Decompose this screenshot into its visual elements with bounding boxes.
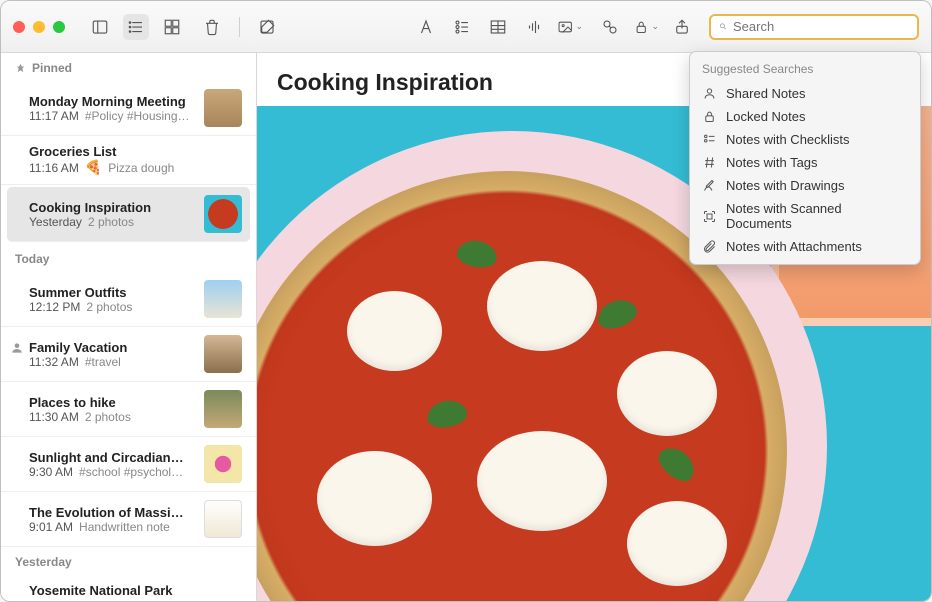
note-item[interactable]: Monday Morning Meeting 11:17 AM#Policy #… — [1, 81, 256, 136]
titlebar: ⌄ ⌄ — [1, 1, 931, 53]
note-item[interactable]: Places to hike 11:30 AM2 photos — [1, 382, 256, 437]
hash-icon — [702, 155, 717, 170]
person-icon — [702, 86, 717, 101]
note-item[interactable]: The Evolution of Massi… 9:01 AMHandwritt… — [1, 492, 256, 547]
table-button[interactable] — [485, 14, 511, 40]
gallery-view-button[interactable] — [159, 14, 185, 40]
new-note-button[interactable] — [254, 14, 280, 40]
notes-list[interactable]: Pinned Monday Morning Meeting 11:17 AM#P… — [1, 53, 257, 601]
lock-icon — [702, 109, 717, 124]
note-thumbnail — [204, 89, 242, 127]
suggested-searches-panel: Suggested Searches Shared Notes Locked N… — [689, 51, 921, 265]
note-title: Monday Morning Meeting — [29, 94, 194, 109]
note-title: Groceries List — [29, 144, 242, 159]
note-item[interactable]: Family Vacation 11:32 AM#travel — [1, 327, 256, 382]
note-item[interactable]: Sunlight and Circadian… 9:30 AM#school #… — [1, 437, 256, 492]
media-button[interactable]: ⌄ — [557, 14, 583, 40]
note-item[interactable]: Groceries List 11:16 AM🍕Pizza dough — [1, 136, 256, 185]
pinned-section-header: Pinned — [1, 53, 256, 81]
suggested-attachments[interactable]: Notes with Attachments — [690, 235, 920, 258]
pin-icon — [15, 63, 26, 74]
yesterday-section-header: Yesterday — [1, 547, 256, 575]
paperclip-icon — [702, 239, 717, 254]
scan-icon — [702, 209, 717, 224]
suggested-drawings[interactable]: Notes with Drawings — [690, 174, 920, 197]
search-field[interactable] — [709, 14, 919, 40]
sidebar-toggle-button[interactable] — [87, 14, 113, 40]
share-buttons: ⌄ — [597, 14, 695, 40]
note-item-selected[interactable]: Cooking Inspiration Yesterday2 photos — [7, 187, 250, 242]
note-thumbnail — [204, 500, 242, 538]
delete-button[interactable] — [199, 14, 225, 40]
note-title: Family Vacation — [29, 340, 194, 355]
shared-icon — [10, 341, 24, 355]
suggested-locked-notes[interactable]: Locked Notes — [690, 105, 920, 128]
window-controls — [13, 21, 65, 33]
note-thumbnail — [204, 445, 242, 483]
pencil-icon — [702, 178, 717, 193]
note-thumbnail — [204, 280, 242, 318]
format-buttons: ⌄ — [413, 14, 583, 40]
lock-button[interactable]: ⌄ — [633, 14, 659, 40]
note-item[interactable]: Yosemite National Park — [1, 575, 256, 601]
pizza-icon: 🍕 — [85, 159, 102, 176]
suggested-tags[interactable]: Notes with Tags — [690, 151, 920, 174]
yesterday-label: Yesterday — [15, 555, 72, 569]
note-thumbnail — [204, 335, 242, 373]
suggested-checklists[interactable]: Notes with Checklists — [690, 128, 920, 151]
audio-button[interactable] — [521, 14, 547, 40]
checklist-button[interactable] — [449, 14, 475, 40]
suggested-scanned[interactable]: Notes with Scanned Documents — [690, 197, 920, 235]
note-title: Summer Outfits — [29, 285, 194, 300]
close-window-button[interactable] — [13, 21, 25, 33]
format-button[interactable] — [413, 14, 439, 40]
note-title: Yosemite National Park — [29, 583, 242, 598]
list-view-button[interactable] — [123, 14, 149, 40]
note-thumbnail — [204, 195, 242, 233]
suggested-header: Suggested Searches — [690, 58, 920, 82]
separator — [239, 17, 240, 37]
note-title: Sunlight and Circadian… — [29, 450, 194, 465]
note-thumbnail — [204, 390, 242, 428]
suggested-shared-notes[interactable]: Shared Notes — [690, 82, 920, 105]
app-window: ⌄ ⌄ Pinned Monday Morning Meeting 11:17 — [0, 0, 932, 602]
link-button[interactable] — [597, 14, 623, 40]
zoom-window-button[interactable] — [53, 21, 65, 33]
note-title: Places to hike — [29, 395, 194, 410]
checklist-icon — [702, 132, 717, 147]
search-icon — [719, 20, 727, 33]
note-title: Cooking Inspiration — [29, 200, 194, 215]
today-section-header: Today — [1, 244, 256, 272]
share-button[interactable] — [669, 14, 695, 40]
search-input[interactable] — [733, 19, 909, 34]
pinned-label: Pinned — [32, 61, 72, 75]
note-title: The Evolution of Massi… — [29, 505, 194, 520]
minimize-window-button[interactable] — [33, 21, 45, 33]
view-buttons — [87, 14, 185, 40]
today-label: Today — [15, 252, 49, 266]
note-item[interactable]: Summer Outfits 12:12 PM2 photos — [1, 272, 256, 327]
